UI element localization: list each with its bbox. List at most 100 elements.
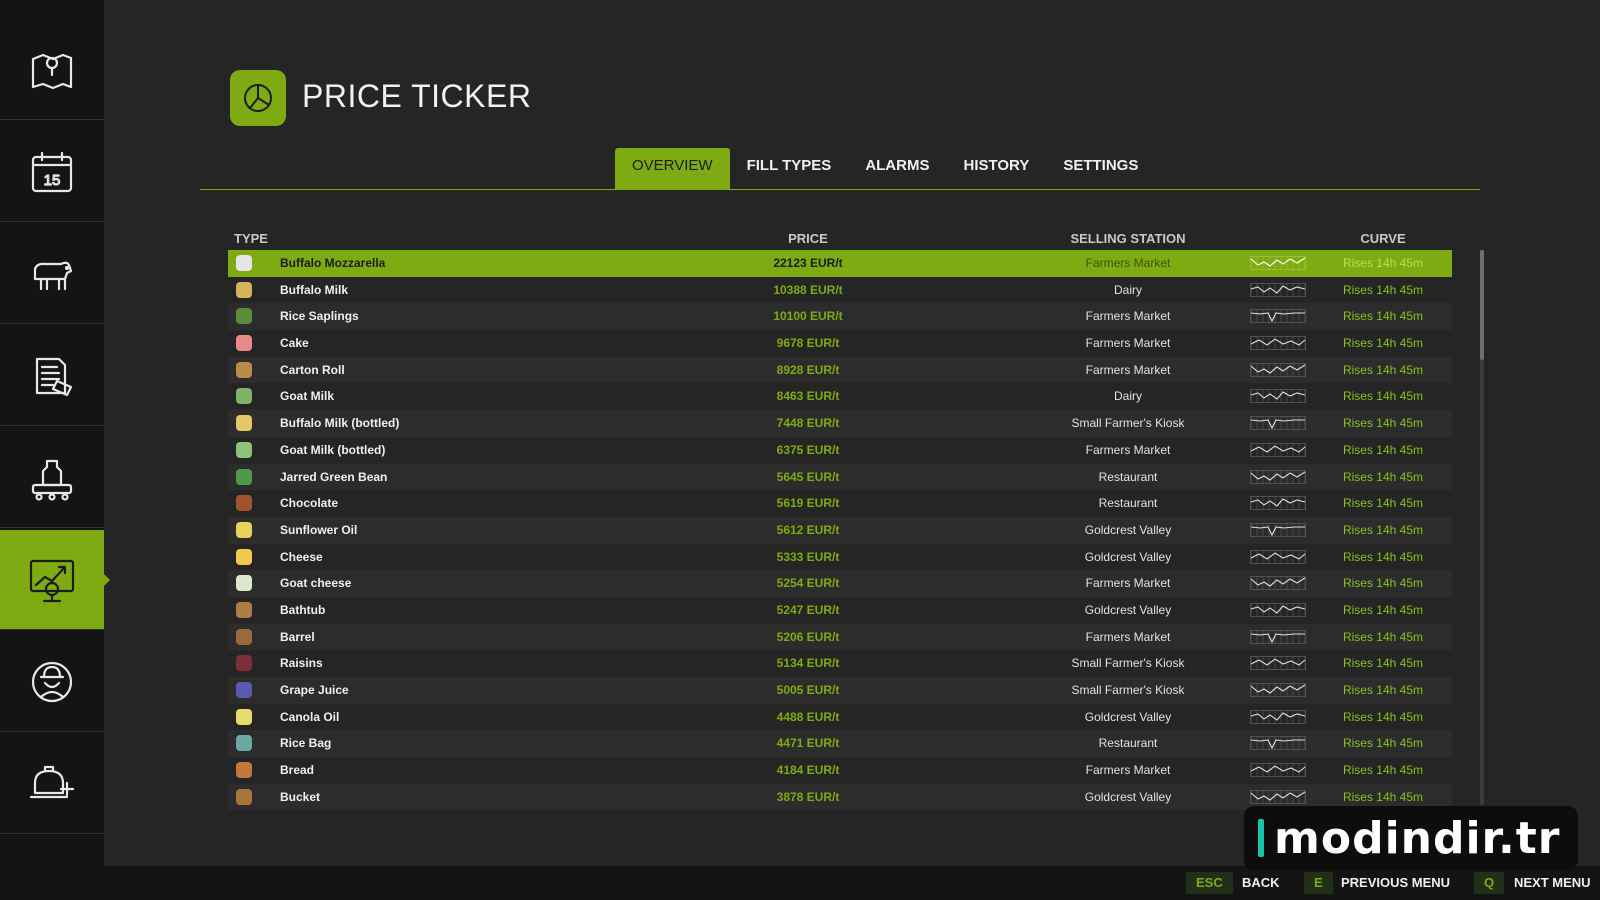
row-type-name: Bathtub	[280, 602, 326, 617]
tab-history[interactable]: HISTORY	[946, 148, 1046, 190]
table-row[interactable]: Buffalo Milk (bottled) 7448 EUR/t Small Fa…	[228, 410, 1452, 437]
table-row[interactable]: Raisins 5134 EUR/t Small Farmer's Kiosk Ris…	[228, 650, 1452, 677]
row-trend: Rises 14h 45m	[1342, 256, 1424, 270]
table-row[interactable]: Goat cheese 5254 EUR/t Farmers Market Rises…	[228, 570, 1452, 597]
table-row[interactable]: Rice Bag 4471 EUR/t Restaurant Rises 14h 45…	[228, 730, 1452, 758]
table-row[interactable]: Barrel 5206 EUR/t Farmers Market Rises 14h …	[228, 623, 1452, 651]
sidebar-item-farmer[interactable]	[0, 632, 104, 732]
fill-type-icon	[236, 441, 252, 458]
fill-type-icon	[236, 735, 252, 752]
row-price: 8463 EUR/t	[776, 389, 840, 404]
table-row[interactable]: Sunflower Oil 5612 EUR/t Goldcrest Valley R…	[228, 516, 1452, 544]
curve-sparkline-icon	[1250, 496, 1306, 511]
row-trend: Rises 14h 45m	[1342, 469, 1424, 484]
row-trend: Rises 14h 45m	[1342, 416, 1424, 431]
row-price: 4471 EUR/t	[776, 736, 840, 751]
sidebar-item-contracts[interactable]	[0, 326, 104, 426]
row-trend: Rises 14h 45m	[1342, 709, 1424, 724]
row-price: 5619 EUR/t	[776, 496, 840, 511]
row-type-name: Carton Roll	[280, 362, 345, 377]
curve-sparkline-icon	[1250, 789, 1306, 804]
row-type-name: Goat Milk	[280, 389, 335, 404]
curve-sparkline-icon	[1250, 736, 1306, 751]
tab-alarms[interactable]: ALARMS	[848, 148, 946, 190]
table-row[interactable]: Goat Milk 8463 EUR/t Dairy Rises 14h 45m	[228, 383, 1452, 410]
row-trend: Rises 14h 45m	[1342, 763, 1424, 778]
sidebar-item-calendar[interactable]: 15	[0, 122, 104, 222]
esc-key[interactable]: ESC	[1186, 872, 1233, 894]
sidebar-item-production[interactable]	[0, 428, 104, 528]
row-price: 4184 EUR/t	[776, 763, 840, 778]
row-type-name: Canola Oil	[280, 709, 340, 724]
scrollbar-thumb[interactable]	[1480, 250, 1484, 360]
fill-type-icon	[236, 762, 252, 779]
table-row[interactable]: Cake 9678 EUR/t Farmers Market Rises 14h 45…	[228, 330, 1452, 357]
next-menu-button[interactable]: NEXT MENU	[1514, 872, 1591, 894]
curve-sparkline-icon	[1250, 469, 1306, 484]
table-row[interactable]: Carton Roll 8928 EUR/t Farmers Market Rises…	[228, 356, 1452, 384]
row-type-name: Rice Saplings	[280, 309, 359, 324]
back-button[interactable]: BACK	[1242, 872, 1280, 894]
row-price: 5005 EUR/t	[776, 683, 840, 697]
row-type-name: Bread	[280, 763, 315, 778]
table-row[interactable]: Buffalo Mozzarella 22123 EUR/t Farmers Mar…	[228, 250, 1452, 277]
curve-sparkline-icon	[1250, 442, 1306, 457]
table-row[interactable]: Grape Juice 5005 EUR/t Small Farmer's Kios…	[228, 677, 1452, 704]
row-trend: Rises 14h 45m	[1342, 683, 1424, 697]
row-price: 6375 EUR/t	[776, 442, 840, 457]
row-type-name: Rice Bag	[280, 736, 332, 751]
fill-type-icon	[236, 388, 252, 405]
row-price: 22123 EUR/t	[773, 256, 843, 270]
q-key[interactable]: Q	[1474, 872, 1505, 894]
production-icon	[31, 459, 73, 501]
sidebar-item-help[interactable]	[0, 734, 104, 834]
watermark: modindir.tr	[1244, 806, 1578, 870]
sidebar-item-map[interactable]	[0, 20, 104, 120]
row-selling-station: Farmers Market	[1085, 442, 1171, 457]
table-row[interactable]: Bathtub 5247 EUR/t Goldcrest Valley Rises 1…	[228, 597, 1452, 624]
table-row[interactable]: Bread 4184 EUR/t Farmers Market Rises 14h 4…	[228, 757, 1452, 784]
row-selling-station: Restaurant	[1098, 496, 1158, 511]
column-header-curve[interactable]: CURVE	[1308, 231, 1458, 246]
row-selling-station: Restaurant	[1098, 469, 1158, 484]
curve-sparkline-icon	[1250, 416, 1306, 431]
row-trend: Rises 14h 45m	[1342, 336, 1424, 351]
row-type-name: Goat Milk (bottled)	[280, 442, 386, 457]
row-price: 10100 EUR/t	[773, 309, 843, 324]
calendar-icon: 15	[31, 151, 73, 192]
table-row[interactable]: Goat Milk (bottled) 6375 EUR/t Farmers Mar…	[228, 437, 1452, 464]
row-selling-station: Dairy	[1113, 282, 1142, 297]
table-row[interactable]: Buffalo Milk 10388 EUR/t Dairy Rises 14h 45…	[228, 277, 1452, 304]
tab-fill-types[interactable]: FILL TYPES	[730, 148, 849, 190]
tab-overview[interactable]: OVERVIEW	[615, 148, 730, 190]
sidebar-item-price-ticker[interactable]	[0, 530, 110, 630]
column-header-selling-station[interactable]: SELLING STATION	[1008, 231, 1248, 246]
curve-sparkline-icon	[1250, 763, 1306, 778]
fill-type-icon	[236, 468, 252, 485]
curve-sparkline-icon	[1250, 549, 1306, 564]
curve-sparkline-icon	[1250, 309, 1306, 324]
previous-menu-button[interactable]: PREVIOUS MENU	[1341, 872, 1450, 894]
table-row[interactable]: Canola Oil 4488 EUR/t Goldcrest Valley Rise…	[228, 704, 1452, 731]
fill-type-icon	[236, 335, 252, 352]
row-price: 3878 EUR/t	[776, 789, 840, 804]
row-type-name: Barrel	[280, 629, 315, 644]
column-header-price[interactable]: PRICE	[648, 231, 968, 246]
tab-settings[interactable]: SETTINGS	[1046, 148, 1155, 190]
row-type-name: Sunflower Oil	[280, 522, 358, 537]
row-price: 8928 EUR/t	[776, 362, 840, 377]
row-trend: Rises 14h 45m	[1342, 549, 1424, 564]
table-row[interactable]: Chocolate 5619 EUR/t Restaurant Rises 14h 4…	[228, 490, 1452, 517]
row-trend: Rises 14h 45m	[1342, 496, 1424, 511]
e-key[interactable]: E	[1304, 872, 1333, 894]
fill-type-icon	[236, 708, 252, 725]
column-header-type[interactable]: TYPE	[234, 231, 268, 246]
table-row[interactable]: Cheese 5333 EUR/t Goldcrest Valley Rises 14…	[228, 544, 1452, 571]
table-row[interactable]: Jarred Green Bean 5645 EUR/t Restaurant Ris…	[228, 463, 1452, 491]
row-trend: Rises 14h 45m	[1342, 736, 1424, 751]
sidebar-item-animals[interactable]	[0, 224, 104, 324]
row-trend: Rises 14h 45m	[1342, 602, 1424, 617]
curve-sparkline-icon	[1250, 656, 1306, 671]
fill-type-icon	[236, 495, 252, 512]
table-row[interactable]: Rice Saplings 10100 EUR/t Farmers Market Ri…	[228, 303, 1452, 331]
